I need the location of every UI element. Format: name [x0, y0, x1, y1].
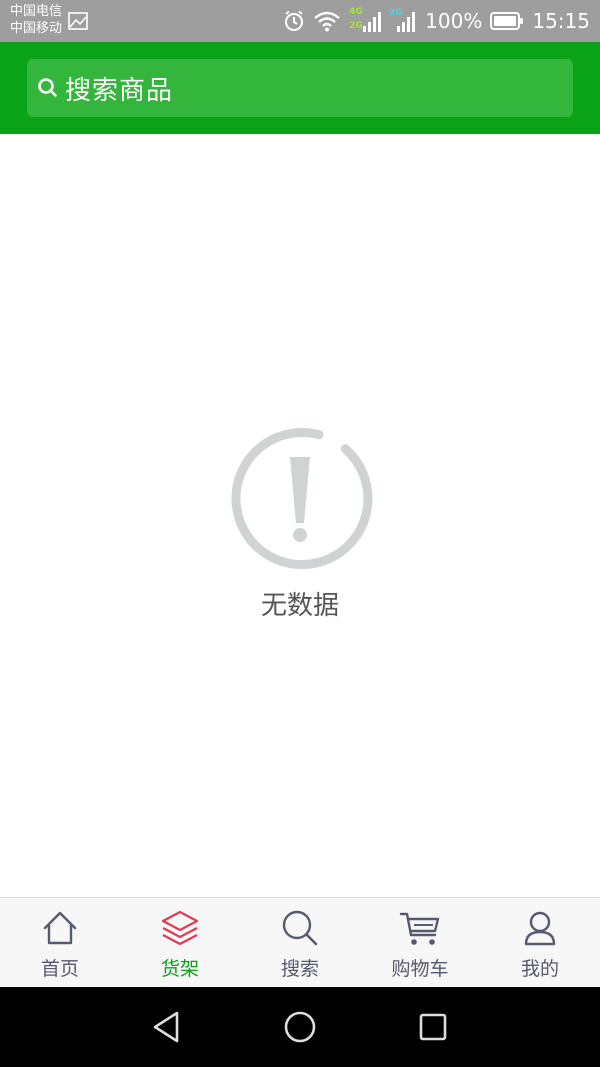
- tab-search[interactable]: 搜索: [240, 898, 360, 987]
- status-bar: 中国电信 中国移动 4G 2G 2G 100% 15:15: [0, 0, 600, 42]
- status-icons: 4G 2G 2G 100% 15:15: [283, 0, 590, 42]
- search-icon: [38, 78, 57, 97]
- exclamation-circle-icon: [231, 428, 373, 570]
- search-icon: [282, 910, 318, 946]
- battery-percent: 100%: [425, 9, 483, 33]
- image-icon: [68, 12, 88, 30]
- tab-label-home: 首页: [40, 958, 79, 980]
- wifi-icon: [314, 11, 340, 32]
- user-icon: [524, 911, 556, 946]
- tab-label-profile: 我的: [520, 958, 559, 980]
- home-icon: [43, 911, 77, 945]
- network-indicator-1: 4G 2G: [349, 4, 382, 38]
- app-screen: 中国电信 中国移动 4G 2G 2G 100% 15:15 搜索商品 无数据 首…: [0, 0, 600, 1067]
- battery-icon: [490, 12, 524, 30]
- layers-icon: [161, 910, 199, 946]
- system-nav-bar: [0, 987, 600, 1067]
- carrier-1: 中国电信: [10, 4, 63, 19]
- recents-icon[interactable]: [413, 1007, 453, 1047]
- network-indicator-2: 2G: [389, 4, 417, 38]
- tab-shelf[interactable]: 货架: [120, 898, 240, 987]
- tab-cart[interactable]: 购物车: [360, 898, 480, 987]
- alarm-icon: [285, 10, 304, 31]
- network-tag-4g: 4G: [349, 7, 363, 17]
- tab-label-cart: 购物车: [391, 958, 449, 980]
- carrier-info: 中国电信 中国移动: [10, 3, 62, 37]
- tab-profile[interactable]: 我的: [480, 898, 600, 987]
- header: 搜索商品: [0, 42, 600, 134]
- signal-icon: [363, 12, 382, 32]
- tab-label-shelf: 货架: [160, 958, 199, 980]
- signal-icon: [397, 12, 416, 32]
- back-icon[interactable]: [147, 1007, 187, 1047]
- cart-icon: [399, 912, 440, 945]
- home-circle-icon[interactable]: [280, 1007, 320, 1047]
- empty-message: 无数据: [260, 591, 339, 621]
- network-tag-2g: 2G: [349, 21, 363, 31]
- tab-home[interactable]: 首页: [0, 898, 120, 987]
- tab-label-search: 搜索: [280, 958, 319, 980]
- search-input[interactable]: 搜索商品: [27, 59, 573, 117]
- search-placeholder: 搜索商品: [65, 75, 174, 106]
- carrier-2: 中国移动: [10, 21, 63, 36]
- tab-bar: 首页 货架 搜索 购物车 我的: [0, 897, 600, 987]
- empty-state: 无数据: [0, 425, 600, 622]
- clock: 15:15: [532, 9, 590, 33]
